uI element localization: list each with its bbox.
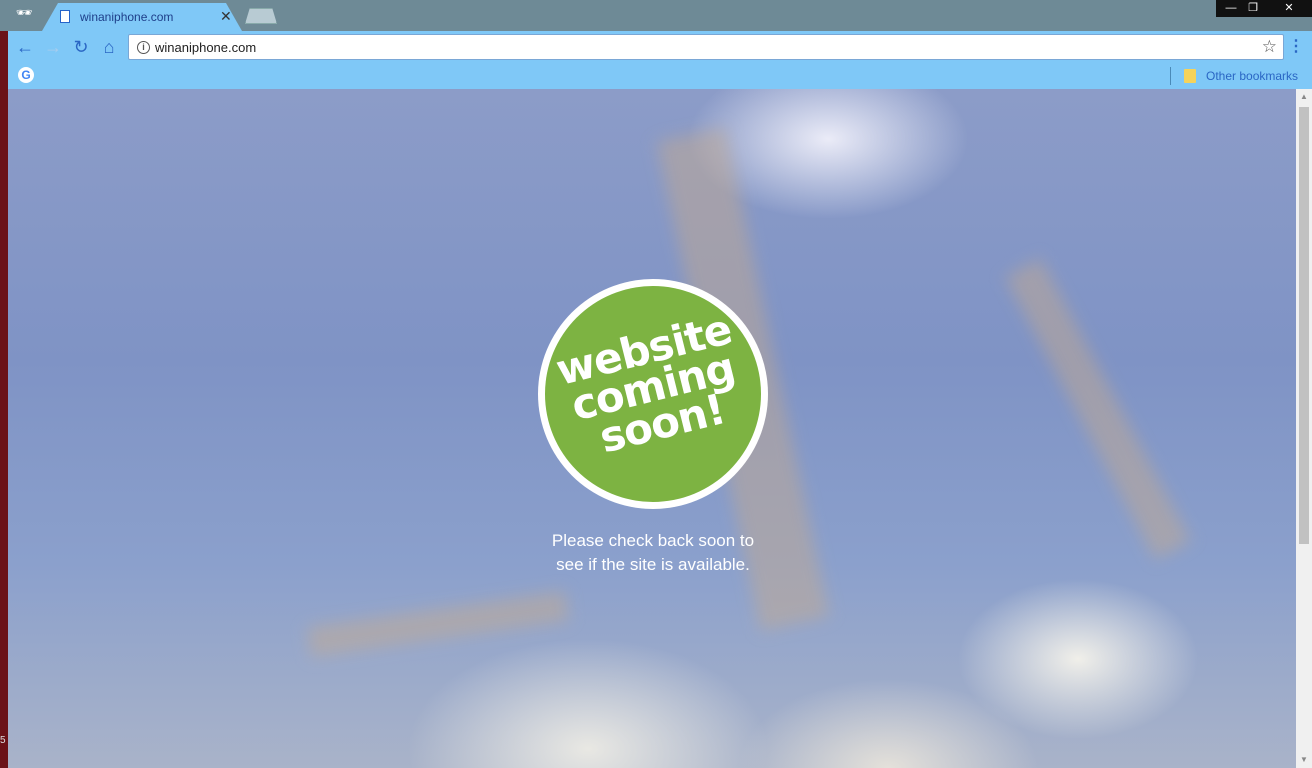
info-icon[interactable]: i bbox=[137, 41, 150, 54]
background-blur-shape bbox=[307, 591, 569, 657]
star-icon[interactable]: ☆ bbox=[1262, 37, 1277, 57]
page-icon bbox=[60, 10, 70, 23]
vertical-scrollbar[interactable]: ▲ ▼ bbox=[1296, 89, 1312, 768]
google-icon[interactable]: G bbox=[18, 67, 34, 83]
badge-circle: website coming soon! bbox=[545, 286, 761, 502]
title-bar: 🕶 winaniphone.com ✕ — ❐ ✕ bbox=[0, 0, 1312, 31]
tab-title: winaniphone.com bbox=[80, 10, 174, 24]
back-icon[interactable]: ← bbox=[14, 36, 36, 58]
folder-icon bbox=[1184, 69, 1196, 83]
toolbar: ← → ↻ ⌂ i winaniphone.com ☆ ⋮ bbox=[8, 31, 1312, 63]
url-text[interactable]: winaniphone.com bbox=[155, 40, 256, 55]
status-message-line-1: Please check back soon to bbox=[551, 531, 755, 550]
scroll-up-icon[interactable]: ▲ bbox=[1296, 89, 1312, 105]
new-tab-button[interactable] bbox=[245, 8, 277, 24]
menu-icon[interactable]: ⋮ bbox=[1288, 36, 1304, 56]
other-bookmarks-link[interactable]: Other bookmarks bbox=[1206, 69, 1298, 83]
home-icon[interactable]: ⌂ bbox=[98, 36, 120, 58]
badge-text: website coming soon! bbox=[545, 304, 761, 469]
status-message: Please check back soon to see if the sit… bbox=[498, 529, 808, 577]
background-blur-shape bbox=[1005, 258, 1191, 560]
browser-tab[interactable]: winaniphone.com ✕ bbox=[42, 3, 242, 31]
browser-window: 🕶 winaniphone.com ✕ — ❐ ✕ ← → ↻ ⌂ i wina… bbox=[0, 0, 1312, 768]
scrollbar-thumb[interactable] bbox=[1299, 107, 1309, 544]
status-message-line-2: see if the site is available. bbox=[556, 555, 750, 574]
scroll-down-icon[interactable]: ▼ bbox=[1296, 752, 1312, 768]
close-window-button[interactable]: ✕ bbox=[1266, 0, 1312, 17]
forward-icon[interactable]: → bbox=[42, 36, 64, 58]
page-content: website coming soon! Please check back s… bbox=[8, 89, 1296, 768]
restore-button[interactable]: ❐ bbox=[1238, 0, 1268, 17]
close-icon[interactable]: ✕ bbox=[220, 8, 232, 25]
bookmarks-separator bbox=[1170, 67, 1171, 85]
incognito-icon: 🕶 bbox=[15, 5, 33, 20]
reload-icon[interactable]: ↻ bbox=[70, 36, 92, 58]
coming-soon-badge: website coming soon! bbox=[538, 279, 768, 509]
address-bar[interactable]: i winaniphone.com ☆ bbox=[128, 34, 1284, 60]
bookmarks-bar: G Other bookmarks bbox=[8, 63, 1312, 89]
